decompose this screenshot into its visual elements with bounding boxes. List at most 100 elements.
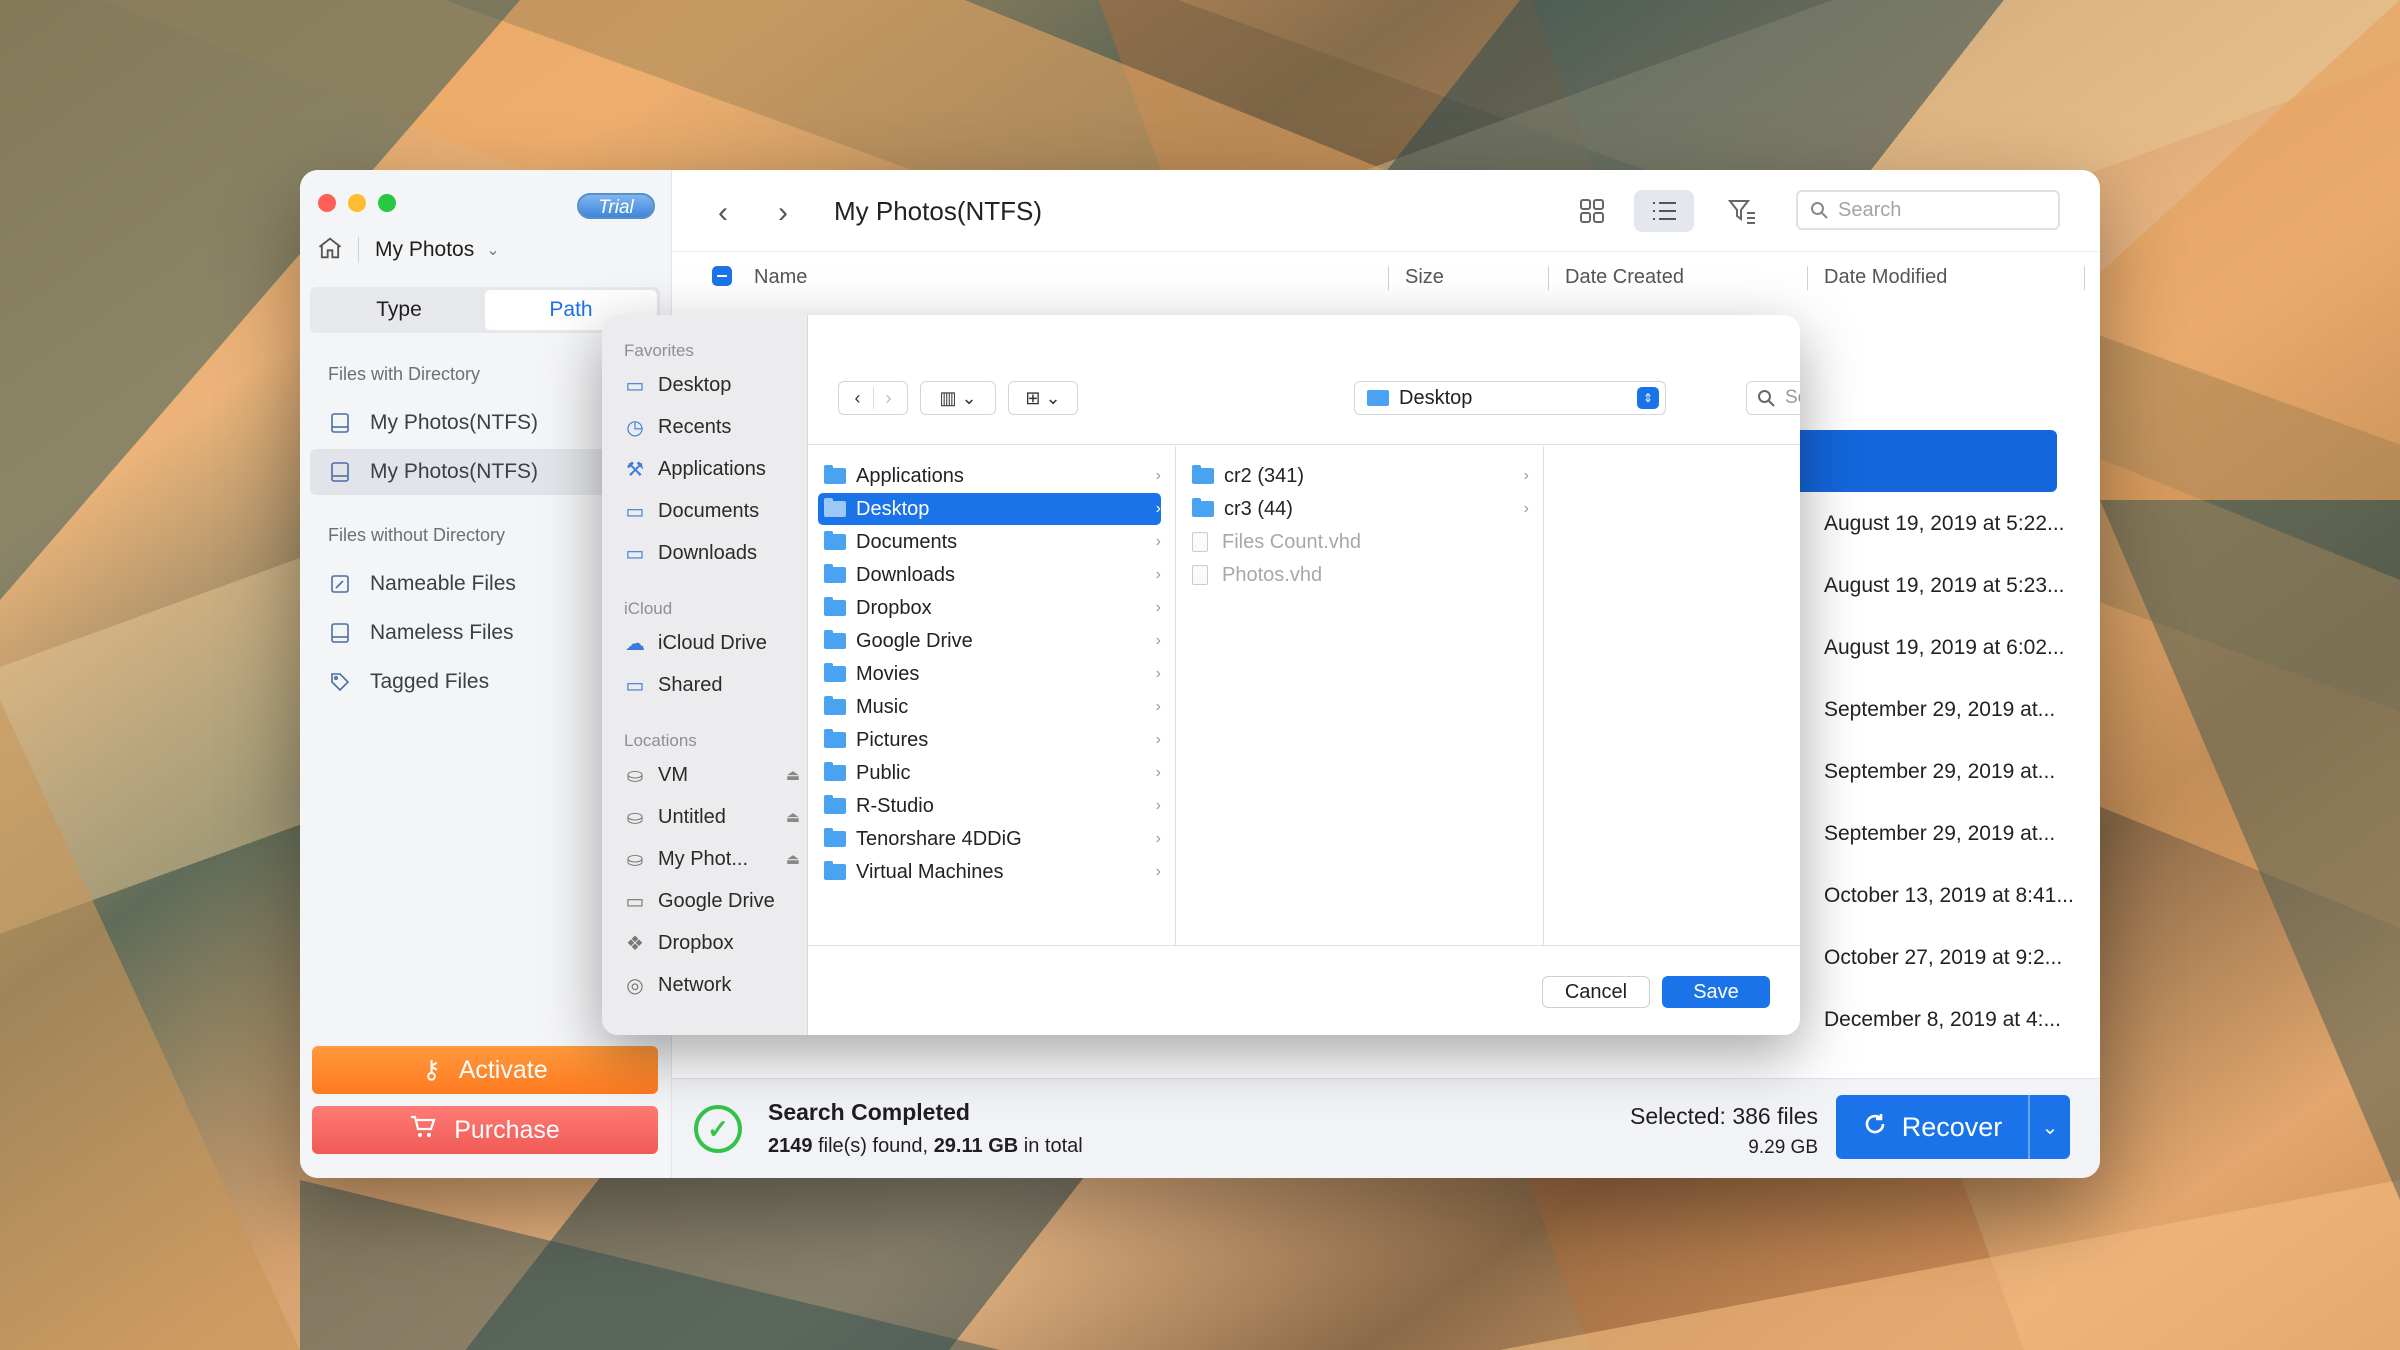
chevron-right-icon: ›: [1155, 566, 1161, 583]
folder-icon: [824, 498, 846, 517]
filter-button[interactable]: [1712, 190, 1772, 232]
folder-row[interactable]: Applications ›: [818, 460, 1161, 492]
folder-row[interactable]: Desktop ›: [818, 493, 1161, 525]
home-icon[interactable]: [316, 234, 344, 267]
dialog-favorite-documents[interactable]: ▭ Documents: [624, 494, 800, 528]
eject-icon[interactable]: ⏏: [786, 850, 800, 868]
filter-icon: [1727, 200, 1755, 224]
dialog-icloud-shared[interactable]: ▭ Shared: [624, 668, 800, 702]
dialog-location-vm[interactable]: ⛀ VM ⏏: [624, 758, 800, 792]
path-popup[interactable]: Desktop ⇕: [1354, 381, 1666, 415]
column-name[interactable]: Name: [754, 266, 807, 289]
toolbar: ‹ › My Photos(NTFS) Search: [672, 170, 2100, 252]
folder-row[interactable]: Movies ›: [818, 658, 1161, 690]
zoom-window-button[interactable]: [378, 194, 396, 212]
folder-row[interactable]: Dropbox ›: [818, 592, 1161, 624]
folder-row[interactable]: Documents ›: [818, 526, 1161, 558]
eject-icon[interactable]: ⏏: [786, 808, 800, 826]
dialog-icloud-drive[interactable]: ☁ iCloud Drive: [624, 626, 800, 660]
back-icon[interactable]: ‹: [718, 196, 728, 230]
dialog-location-untitled[interactable]: ⛀ Untitled ⏏: [624, 800, 800, 834]
dialog-location-network[interactable]: ◎ Network: [624, 968, 800, 1002]
folder-row[interactable]: Google Drive ›: [818, 625, 1161, 657]
selected-size: 9.29 GB: [1748, 1137, 1818, 1158]
folder-icon: [824, 465, 846, 484]
column-size[interactable]: Size: [1405, 266, 1444, 289]
close-window-button[interactable]: [318, 194, 336, 212]
window-controls: [318, 194, 396, 212]
search-placeholder: Search: [1838, 198, 1902, 221]
back-icon[interactable]: ‹: [855, 388, 861, 409]
date-modified-cell: August 19, 2019 at 5:22...: [1824, 512, 2065, 535]
column-view-button[interactable]: ▥ ⌄: [920, 381, 996, 415]
chevron-down-icon[interactable]: ⌄: [486, 240, 499, 260]
folder-icon: [1367, 390, 1389, 406]
file-count-suffix: file(s) found,: [818, 1135, 929, 1157]
folder-icon: ▭: [625, 542, 645, 565]
recover-button[interactable]: Recover: [1836, 1095, 2030, 1159]
folder-row[interactable]: Downloads ›: [818, 559, 1161, 591]
minimize-window-button[interactable]: [348, 194, 366, 212]
dialog-favorite-applications[interactable]: ⚒ Applications: [624, 452, 800, 486]
folder-row[interactable]: cr2 (341) ›: [1186, 460, 1529, 492]
dialog-favorite-recents[interactable]: ◷ Recents: [624, 410, 800, 444]
dialog-favorite-downloads[interactable]: ▭ Downloads: [624, 536, 800, 570]
location-label[interactable]: My Photos: [375, 238, 474, 262]
location-selector[interactable]: My Photos ⌄: [316, 232, 500, 268]
file-name: Files Count.vhd: [1222, 530, 1361, 553]
folder-icon: [824, 762, 846, 781]
page-title: My Photos(NTFS): [834, 196, 1043, 226]
dialog-search-input[interactable]: Search: [1746, 381, 1800, 415]
purchase-label: Purchase: [454, 1115, 560, 1144]
forward-icon[interactable]: ›: [778, 196, 788, 230]
list-view-button[interactable]: [1634, 190, 1694, 232]
group-button[interactable]: ⊞ ⌄: [1008, 381, 1078, 415]
folder-name: Desktop: [856, 497, 930, 520]
grid-view-button[interactable]: [1562, 190, 1622, 232]
dialog-favorite-desktop[interactable]: ▭ Desktop: [624, 368, 800, 402]
tab-type[interactable]: Type: [313, 290, 485, 330]
forward-icon[interactable]: ›: [886, 388, 892, 409]
folder-name: cr2 (341): [1224, 464, 1305, 487]
updown-icon: ⇕: [1637, 387, 1659, 409]
file-row: Photos.vhd: [1186, 559, 1529, 591]
dialog-location-google-drive[interactable]: ▭ Google Drive: [624, 884, 800, 918]
purchase-button[interactable]: Purchase: [312, 1106, 658, 1154]
selected-count: Selected: 386 files: [1630, 1103, 1818, 1129]
folder-row[interactable]: cr3 (44) ›: [1186, 493, 1529, 525]
browser-column-2: cr2 (341) › cr3 (44) › Files Count.vhd Photos…: [1176, 446, 1544, 945]
save-button[interactable]: Save: [1662, 976, 1770, 1008]
dialog-item-label: Documents: [658, 499, 760, 522]
save-dialog: Favorites ▭ Desktop ◷ Recents ⚒ Application…: [602, 315, 1800, 1035]
file-row: Files Count.vhd: [1186, 526, 1529, 558]
column-date-created[interactable]: Date Created: [1565, 266, 1684, 289]
chevron-down-icon: ⌄: [961, 387, 977, 408]
search-input[interactable]: Search: [1796, 190, 2060, 230]
folder-row[interactable]: Public ›: [818, 757, 1161, 789]
activate-button[interactable]: ⚷ Activate: [312, 1046, 658, 1094]
cloud-icon: ☁: [625, 632, 645, 655]
folder-row[interactable]: R-Studio ›: [818, 790, 1161, 822]
folder-name: Pictures: [856, 728, 929, 751]
select-all-checkbox[interactable]: [712, 266, 732, 286]
folder-name: Public: [856, 761, 911, 784]
folder-name: Dropbox: [856, 596, 932, 619]
dialog-section-favorites: Favorites: [624, 341, 694, 360]
folder-icon: [824, 663, 846, 682]
dialog-location-dropbox[interactable]: ❖ Dropbox: [624, 926, 800, 960]
recover-button-group: Recover ⌄: [1836, 1095, 2070, 1159]
folder-row[interactable]: Tenorshare 4DDiG ›: [818, 823, 1161, 855]
folder-row[interactable]: Music ›: [818, 691, 1161, 723]
cancel-button[interactable]: Cancel: [1542, 976, 1650, 1008]
eject-icon[interactable]: ⏏: [786, 766, 800, 784]
column-date-modified[interactable]: Date Modified: [1824, 266, 1947, 289]
drive-icon: [328, 460, 352, 484]
grid-icon: ⊞: [1025, 387, 1041, 408]
recover-options-chevron-icon[interactable]: ⌄: [2030, 1115, 2070, 1140]
dialog-back-forward[interactable]: ‹ ›: [838, 381, 908, 415]
shared-folder-icon: ▭: [625, 674, 645, 697]
folder-row[interactable]: Pictures ›: [818, 724, 1161, 756]
dialog-location-my-photos[interactable]: ⛀ My Phot... ⏏: [624, 842, 800, 876]
dialog-item-label: Recents: [658, 415, 732, 438]
folder-row[interactable]: Virtual Machines ›: [818, 856, 1161, 888]
